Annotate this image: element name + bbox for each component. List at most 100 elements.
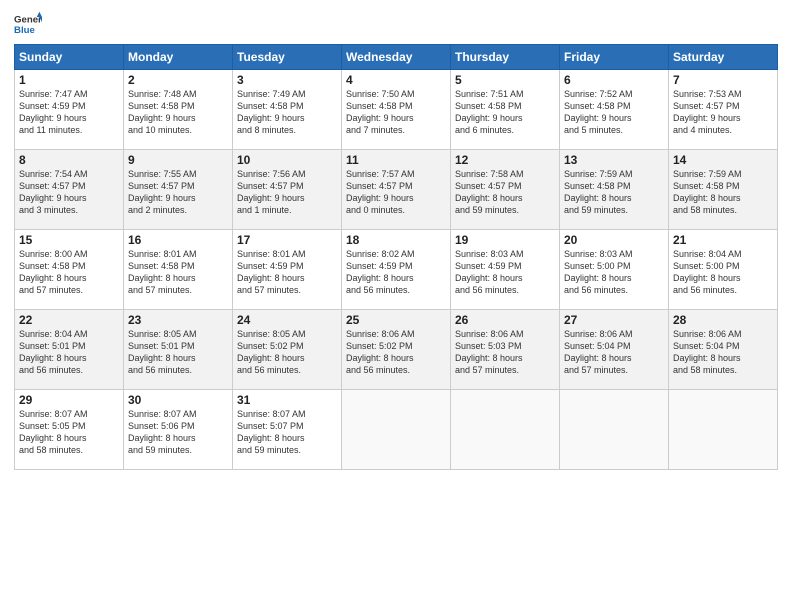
calendar-cell: 25Sunrise: 8:06 AMSunset: 5:02 PMDayligh… bbox=[342, 310, 451, 390]
calendar-header-sunday: Sunday bbox=[15, 45, 124, 70]
day-number: 13 bbox=[564, 153, 664, 167]
svg-text:Blue: Blue bbox=[14, 25, 35, 36]
day-info: Sunrise: 7:55 AMSunset: 4:57 PMDaylight:… bbox=[128, 168, 228, 217]
day-number: 10 bbox=[237, 153, 337, 167]
calendar-header-row: SundayMondayTuesdayWednesdayThursdayFrid… bbox=[15, 45, 778, 70]
day-number: 29 bbox=[19, 393, 119, 407]
day-info: Sunrise: 7:52 AMSunset: 4:58 PMDaylight:… bbox=[564, 88, 664, 137]
day-info: Sunrise: 8:01 AMSunset: 4:59 PMDaylight:… bbox=[237, 248, 337, 297]
day-info: Sunrise: 7:49 AMSunset: 4:58 PMDaylight:… bbox=[237, 88, 337, 137]
day-number: 19 bbox=[455, 233, 555, 247]
calendar-cell: 1Sunrise: 7:47 AMSunset: 4:59 PMDaylight… bbox=[15, 70, 124, 150]
calendar-cell: 14Sunrise: 7:59 AMSunset: 4:58 PMDayligh… bbox=[669, 150, 778, 230]
calendar-cell: 4Sunrise: 7:50 AMSunset: 4:58 PMDaylight… bbox=[342, 70, 451, 150]
calendar-cell bbox=[560, 390, 669, 470]
calendar-cell: 24Sunrise: 8:05 AMSunset: 5:02 PMDayligh… bbox=[233, 310, 342, 390]
calendar-header-tuesday: Tuesday bbox=[233, 45, 342, 70]
day-info: Sunrise: 8:04 AMSunset: 5:01 PMDaylight:… bbox=[19, 328, 119, 377]
day-number: 27 bbox=[564, 313, 664, 327]
calendar-cell: 10Sunrise: 7:56 AMSunset: 4:57 PMDayligh… bbox=[233, 150, 342, 230]
calendar-cell: 21Sunrise: 8:04 AMSunset: 5:00 PMDayligh… bbox=[669, 230, 778, 310]
day-info: Sunrise: 7:47 AMSunset: 4:59 PMDaylight:… bbox=[19, 88, 119, 137]
logo: General Blue bbox=[14, 10, 42, 38]
calendar-cell: 20Sunrise: 8:03 AMSunset: 5:00 PMDayligh… bbox=[560, 230, 669, 310]
day-info: Sunrise: 7:59 AMSunset: 4:58 PMDaylight:… bbox=[564, 168, 664, 217]
day-info: Sunrise: 8:07 AMSunset: 5:06 PMDaylight:… bbox=[128, 408, 228, 457]
logo-icon: General Blue bbox=[14, 10, 42, 38]
calendar-table: SundayMondayTuesdayWednesdayThursdayFrid… bbox=[14, 44, 778, 470]
day-info: Sunrise: 7:48 AMSunset: 4:58 PMDaylight:… bbox=[128, 88, 228, 137]
day-info: Sunrise: 7:53 AMSunset: 4:57 PMDaylight:… bbox=[673, 88, 773, 137]
day-number: 18 bbox=[346, 233, 446, 247]
day-info: Sunrise: 7:58 AMSunset: 4:57 PMDaylight:… bbox=[455, 168, 555, 217]
calendar-cell: 18Sunrise: 8:02 AMSunset: 4:59 PMDayligh… bbox=[342, 230, 451, 310]
calendar-cell: 7Sunrise: 7:53 AMSunset: 4:57 PMDaylight… bbox=[669, 70, 778, 150]
day-number: 7 bbox=[673, 73, 773, 87]
day-info: Sunrise: 8:05 AMSunset: 5:01 PMDaylight:… bbox=[128, 328, 228, 377]
day-number: 6 bbox=[564, 73, 664, 87]
calendar-week-1: 1Sunrise: 7:47 AMSunset: 4:59 PMDaylight… bbox=[15, 70, 778, 150]
calendar-cell: 27Sunrise: 8:06 AMSunset: 5:04 PMDayligh… bbox=[560, 310, 669, 390]
calendar-header-thursday: Thursday bbox=[451, 45, 560, 70]
calendar-cell: 3Sunrise: 7:49 AMSunset: 4:58 PMDaylight… bbox=[233, 70, 342, 150]
day-info: Sunrise: 7:59 AMSunset: 4:58 PMDaylight:… bbox=[673, 168, 773, 217]
day-number: 12 bbox=[455, 153, 555, 167]
calendar-cell: 22Sunrise: 8:04 AMSunset: 5:01 PMDayligh… bbox=[15, 310, 124, 390]
calendar-cell: 15Sunrise: 8:00 AMSunset: 4:58 PMDayligh… bbox=[15, 230, 124, 310]
day-number: 30 bbox=[128, 393, 228, 407]
day-number: 9 bbox=[128, 153, 228, 167]
day-number: 28 bbox=[673, 313, 773, 327]
calendar-cell: 31Sunrise: 8:07 AMSunset: 5:07 PMDayligh… bbox=[233, 390, 342, 470]
day-info: Sunrise: 7:56 AMSunset: 4:57 PMDaylight:… bbox=[237, 168, 337, 217]
calendar-header-monday: Monday bbox=[124, 45, 233, 70]
calendar-header-saturday: Saturday bbox=[669, 45, 778, 70]
calendar-cell: 6Sunrise: 7:52 AMSunset: 4:58 PMDaylight… bbox=[560, 70, 669, 150]
day-number: 17 bbox=[237, 233, 337, 247]
day-info: Sunrise: 8:03 AMSunset: 4:59 PMDaylight:… bbox=[455, 248, 555, 297]
calendar-cell: 11Sunrise: 7:57 AMSunset: 4:57 PMDayligh… bbox=[342, 150, 451, 230]
day-number: 21 bbox=[673, 233, 773, 247]
calendar-cell: 29Sunrise: 8:07 AMSunset: 5:05 PMDayligh… bbox=[15, 390, 124, 470]
day-number: 23 bbox=[128, 313, 228, 327]
day-number: 5 bbox=[455, 73, 555, 87]
calendar-week-2: 8Sunrise: 7:54 AMSunset: 4:57 PMDaylight… bbox=[15, 150, 778, 230]
calendar-cell: 19Sunrise: 8:03 AMSunset: 4:59 PMDayligh… bbox=[451, 230, 560, 310]
calendar-cell: 9Sunrise: 7:55 AMSunset: 4:57 PMDaylight… bbox=[124, 150, 233, 230]
calendar-header-wednesday: Wednesday bbox=[342, 45, 451, 70]
day-info: Sunrise: 8:02 AMSunset: 4:59 PMDaylight:… bbox=[346, 248, 446, 297]
day-info: Sunrise: 7:50 AMSunset: 4:58 PMDaylight:… bbox=[346, 88, 446, 137]
calendar-cell: 8Sunrise: 7:54 AMSunset: 4:57 PMDaylight… bbox=[15, 150, 124, 230]
day-info: Sunrise: 8:04 AMSunset: 5:00 PMDaylight:… bbox=[673, 248, 773, 297]
calendar-week-3: 15Sunrise: 8:00 AMSunset: 4:58 PMDayligh… bbox=[15, 230, 778, 310]
calendar-cell: 13Sunrise: 7:59 AMSunset: 4:58 PMDayligh… bbox=[560, 150, 669, 230]
calendar-cell: 26Sunrise: 8:06 AMSunset: 5:03 PMDayligh… bbox=[451, 310, 560, 390]
day-number: 24 bbox=[237, 313, 337, 327]
day-info: Sunrise: 7:51 AMSunset: 4:58 PMDaylight:… bbox=[455, 88, 555, 137]
day-info: Sunrise: 8:01 AMSunset: 4:58 PMDaylight:… bbox=[128, 248, 228, 297]
calendar-cell: 30Sunrise: 8:07 AMSunset: 5:06 PMDayligh… bbox=[124, 390, 233, 470]
day-number: 2 bbox=[128, 73, 228, 87]
day-number: 3 bbox=[237, 73, 337, 87]
day-info: Sunrise: 8:06 AMSunset: 5:04 PMDaylight:… bbox=[564, 328, 664, 377]
day-number: 26 bbox=[455, 313, 555, 327]
day-number: 20 bbox=[564, 233, 664, 247]
day-info: Sunrise: 8:07 AMSunset: 5:07 PMDaylight:… bbox=[237, 408, 337, 457]
day-info: Sunrise: 8:06 AMSunset: 5:02 PMDaylight:… bbox=[346, 328, 446, 377]
calendar-cell: 17Sunrise: 8:01 AMSunset: 4:59 PMDayligh… bbox=[233, 230, 342, 310]
day-info: Sunrise: 8:06 AMSunset: 5:03 PMDaylight:… bbox=[455, 328, 555, 377]
day-number: 16 bbox=[128, 233, 228, 247]
calendar-cell bbox=[342, 390, 451, 470]
day-number: 31 bbox=[237, 393, 337, 407]
day-info: Sunrise: 8:00 AMSunset: 4:58 PMDaylight:… bbox=[19, 248, 119, 297]
day-info: Sunrise: 7:54 AMSunset: 4:57 PMDaylight:… bbox=[19, 168, 119, 217]
day-info: Sunrise: 8:05 AMSunset: 5:02 PMDaylight:… bbox=[237, 328, 337, 377]
day-number: 4 bbox=[346, 73, 446, 87]
day-info: Sunrise: 8:06 AMSunset: 5:04 PMDaylight:… bbox=[673, 328, 773, 377]
day-info: Sunrise: 8:07 AMSunset: 5:05 PMDaylight:… bbox=[19, 408, 119, 457]
calendar-week-5: 29Sunrise: 8:07 AMSunset: 5:05 PMDayligh… bbox=[15, 390, 778, 470]
calendar-cell: 12Sunrise: 7:58 AMSunset: 4:57 PMDayligh… bbox=[451, 150, 560, 230]
day-number: 22 bbox=[19, 313, 119, 327]
day-info: Sunrise: 7:57 AMSunset: 4:57 PMDaylight:… bbox=[346, 168, 446, 217]
day-number: 14 bbox=[673, 153, 773, 167]
calendar-week-4: 22Sunrise: 8:04 AMSunset: 5:01 PMDayligh… bbox=[15, 310, 778, 390]
